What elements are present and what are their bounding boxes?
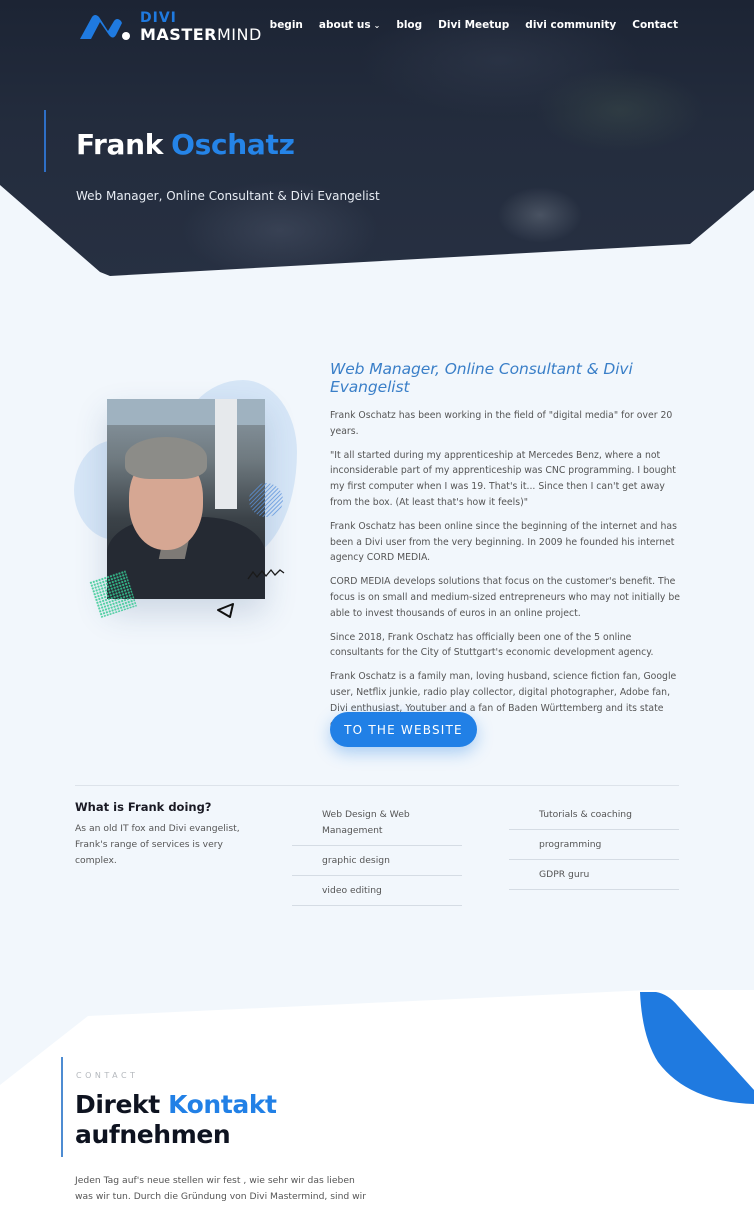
nav-item-about-us[interactable]: about us ⌄ — [319, 19, 380, 31]
about-paragraph: Frank Oschatz has been online since the … — [330, 520, 677, 564]
photo-hair — [125, 437, 207, 479]
services-title: What is Frank doing? — [75, 800, 212, 814]
about-section: Web Manager, Online Consultant & Divi Ev… — [330, 360, 680, 740]
service-item: Web Design & Web Management — [292, 806, 462, 846]
nav-item-divi-meetup[interactable]: Divi Meetup — [438, 19, 509, 31]
logo-text-bottom: MASTERMIND — [140, 26, 262, 43]
service-item: programming — [509, 836, 679, 860]
contact-title-highlight: Kontakt — [168, 1090, 277, 1119]
portrait-graphic — [72, 375, 302, 635]
hero-accent-bar — [44, 110, 46, 172]
about-paragraph: "It all started during my apprenticeship… — [330, 449, 676, 508]
contact-text: Jeden Tag auf's neue stellen wir fest , … — [75, 1175, 367, 1202]
page-title: Frank Oschatz — [76, 128, 295, 161]
photo-background — [107, 399, 265, 425]
logo-text-master: MASTER — [140, 25, 217, 44]
contact-title: Direkt Kontakt aufnehmen — [75, 1090, 375, 1150]
nav-item-about-us-label: about us — [318, 19, 371, 31]
chevron-down-icon: ⌄ — [373, 21, 381, 30]
about-paragraph: Since 2018, Frank Oschatz has officially… — [330, 631, 654, 659]
main-menu: begin about us ⌄ blog Divi Meetup divi co… — [270, 19, 678, 31]
squiggle-decor-icon — [247, 568, 285, 580]
nav-item-contact[interactable]: Contact — [632, 19, 678, 31]
contact-accent-bar — [61, 1057, 63, 1157]
blue-wave-decor-icon — [640, 992, 754, 1104]
services-description: As an old IT fox and Divi evangelist, Fr… — [75, 823, 240, 866]
about-paragraph: Frank Oschatz has been working in the fi… — [330, 410, 673, 437]
hero-subtitle: Web Manager, Online Consultant & Divi Ev… — [76, 189, 380, 203]
site-header: DIVI MASTERMIND begin about us ⌄ blog Div… — [0, 0, 754, 52]
to-the-website-button[interactable]: TO THE WEBSITE — [330, 712, 477, 747]
service-item: GDPR guru — [509, 866, 679, 890]
logo-text-mind: MIND — [217, 25, 262, 44]
logo-mark-icon — [80, 15, 130, 40]
triangle-decor-icon — [217, 603, 234, 618]
section-divider — [75, 785, 679, 786]
portrait-photo — [107, 399, 265, 599]
striped-circle-decor-icon — [249, 483, 283, 517]
service-item: Tutorials & coaching — [509, 806, 679, 830]
service-item: video editing — [292, 882, 462, 906]
title-last-name: Oschatz — [171, 128, 295, 161]
nav-item-begin[interactable]: begin — [270, 19, 303, 31]
contact-title-part: Direkt — [75, 1090, 160, 1119]
nav-item-blog[interactable]: blog — [396, 19, 422, 31]
services-list-2: Tutorials & coaching programming GDPR gu… — [509, 806, 679, 896]
services-list-1: Web Design & Web Management graphic desi… — [292, 806, 462, 912]
photo-pillar — [215, 399, 237, 509]
title-first-name: Frank — [76, 128, 164, 161]
contact-title-part: aufnehmen — [75, 1120, 231, 1149]
about-heading: Web Manager, Online Consultant & Divi Ev… — [330, 360, 633, 396]
logo-text-top: DIVI — [140, 10, 177, 26]
about-paragraph: CORD MEDIA develops solutions that focus… — [330, 576, 681, 619]
service-item: graphic design — [292, 852, 462, 876]
nav-item-divi-community[interactable]: divi community — [525, 19, 616, 31]
contact-kicker: CONTACT — [76, 1071, 139, 1080]
